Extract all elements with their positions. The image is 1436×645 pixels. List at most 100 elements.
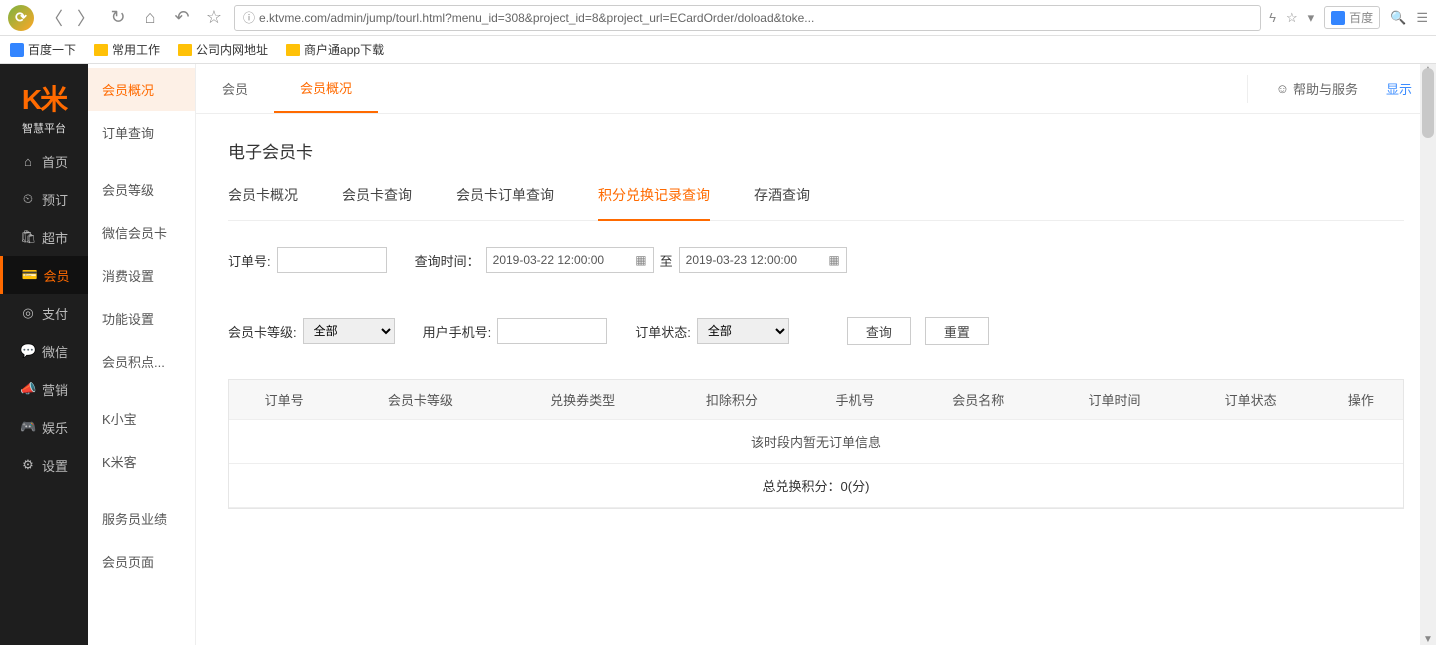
help-link[interactable]: ☺ 帮助与服务 (1276, 79, 1358, 98)
primary-nav-item[interactable]: 📣营销 (0, 370, 88, 408)
favorite-button[interactable]: ☆ (202, 6, 226, 30)
nav-icon: 💳 (21, 267, 37, 283)
phone-input[interactable] (497, 318, 607, 344)
sub-tab[interactable]: 会员卡订单查询 (456, 185, 554, 220)
top-tab[interactable]: 会员概况 (274, 64, 378, 113)
address-bar[interactable]: ⓘ e.ktvme.com/admin/jump/tourl.html?menu… (234, 5, 1261, 31)
bookmark-item[interactable]: 公司内网地址 (178, 41, 268, 58)
secondary-nav-item[interactable]: K米客 (88, 440, 195, 483)
column-header: 订单时间 (1046, 380, 1182, 420)
scroll-down-icon[interactable]: ▼ (1420, 634, 1436, 645)
order-no-label: 订单号: (228, 251, 271, 270)
sidebar-secondary: 会员概况订单查询会员等级微信会员卡消费设置功能设置会员积点... K小宝K米客服务… (88, 64, 196, 645)
main-area: 会员会员概况 ☺ 帮助与服务 显示 电子会员卡 会员卡概况 会员卡查询 会员卡订单查… (196, 64, 1436, 645)
sub-tab[interactable]: 会员卡查询 (342, 185, 412, 220)
search-icon[interactable]: 🔍 (1390, 10, 1406, 26)
primary-nav-item[interactable]: ⏲预订 (0, 180, 88, 218)
sub-tab[interactable]: 会员卡概况 (228, 185, 298, 220)
star-icon[interactable]: ☆ (1286, 10, 1298, 26)
vertical-scrollbar[interactable]: ▲ ▼ (1420, 64, 1436, 645)
level-label: 会员卡等级: (228, 322, 297, 341)
calendar-icon: ▦ (828, 253, 839, 267)
nav-label: 预订 (42, 190, 68, 209)
nav-label: 微信 (42, 342, 68, 361)
to-label: 至 (660, 251, 673, 270)
date-from-input[interactable]: 2019-03-22 12:00:00 ▦ (486, 247, 654, 273)
search-engine-box[interactable]: 百度 (1324, 6, 1380, 29)
secondary-nav-item[interactable]: 消费设置 (88, 254, 195, 297)
date-from-value: 2019-03-22 12:00:00 (493, 253, 604, 267)
column-header: 会员卡等级 (339, 380, 501, 420)
bookmark-item[interactable]: 百度一下 (10, 41, 76, 58)
menu-icon[interactable]: ☰ (1416, 10, 1428, 26)
bookmark-item[interactable]: 商户通app下载 (286, 41, 384, 58)
primary-nav-item[interactable]: 💳 会员 (0, 256, 88, 294)
logo-text: K米 (22, 78, 66, 118)
date-to-input[interactable]: 2019-03-23 12:00:00 ▦ (679, 247, 847, 273)
primary-nav-item[interactable]: 🛍超市 (0, 218, 88, 256)
display-link[interactable]: 显示 (1386, 79, 1412, 98)
nav-icon: 🎮 (20, 419, 36, 435)
bookmark-label: 百度一下 (28, 41, 76, 58)
column-header: 会员名称 (910, 380, 1046, 420)
dropdown-icon[interactable]: ▾ (1308, 10, 1315, 26)
date-to-value: 2019-03-23 12:00:00 (686, 253, 797, 267)
sub-tabs: 会员卡概况 会员卡查询 会员卡订单查询 积分兑换记录查询 存酒查询 (228, 185, 1404, 221)
nav-icon: ⌂ (20, 154, 36, 169)
column-header: 扣除积分 (664, 380, 800, 420)
primary-nav-item[interactable]: ⚙设置 (0, 446, 88, 484)
search-button[interactable]: 查询 (847, 317, 911, 345)
secondary-nav-item[interactable]: 服务员业绩 (88, 497, 195, 540)
flash-icon[interactable]: ϟ (1269, 10, 1276, 25)
nav-icon: ◎ (20, 305, 36, 321)
bookmark-bar: 百度一下 常用工作 公司内网地址 商户通app下载 (0, 36, 1436, 64)
sub-tab[interactable]: 积分兑换记录查询 (598, 185, 710, 221)
secondary-nav-item[interactable]: 会员页面 (88, 540, 195, 583)
empty-message: 该时段内暂无订单信息 (229, 420, 1403, 464)
scrollbar-thumb[interactable] (1422, 68, 1434, 138)
home-button[interactable]: ⌂ (138, 6, 162, 30)
secondary-nav-item[interactable]: 功能设置 (88, 297, 195, 340)
top-tab[interactable]: 会员 (196, 64, 274, 113)
back-button[interactable]: 〈 (42, 6, 66, 30)
browser-logo: ⟳ (8, 5, 34, 31)
secondary-nav-item[interactable]: 会员概况 (88, 68, 195, 111)
forward-button[interactable]: 〉 (74, 6, 98, 30)
primary-nav-item[interactable]: ◎ 支付 (0, 294, 88, 332)
sub-tab[interactable]: 存酒查询 (754, 185, 810, 220)
results-table: 订单号会员卡等级兑换券类型扣除积分手机号会员名称订单时间订单状态操作 该时段内暂… (228, 379, 1404, 509)
table-empty-row: 该时段内暂无订单信息 (229, 420, 1403, 464)
bookmark-label: 常用工作 (112, 41, 160, 58)
reload-button[interactable]: ↻ (106, 6, 130, 30)
secondary-nav-item[interactable]: K小宝 (88, 397, 195, 440)
page-title: 电子会员卡 (228, 138, 1404, 163)
browser-toolbar: ⟳ 〈 〉 ↻ ⌂ ↶ ☆ ⓘ e.ktvme.com/admin/jump/t… (0, 0, 1436, 36)
folder-icon (178, 44, 192, 56)
primary-nav-item[interactable]: 💬微信 (0, 332, 88, 370)
baidu-icon (10, 43, 24, 57)
logo-subtitle: 智慧平台 (22, 120, 66, 136)
secondary-nav-item[interactable]: 订单查询 (88, 111, 195, 154)
nav-label: 支付 (42, 304, 68, 323)
undo-button[interactable]: ↶ (170, 6, 194, 30)
bookmark-label: 公司内网地址 (196, 41, 268, 58)
primary-nav-item[interactable]: ⌂首页 (0, 142, 88, 180)
status-select[interactable]: 全部 (697, 318, 789, 344)
secondary-nav-item[interactable]: 会员等级 (88, 168, 195, 211)
primary-nav-item[interactable]: 🎮娱乐 (0, 408, 88, 446)
level-select[interactable]: 全部 (303, 318, 395, 344)
search-engine-label: 百度 (1349, 9, 1373, 26)
status-label: 订单状态: (635, 322, 691, 341)
bookmark-label: 商户通app下载 (304, 41, 384, 58)
reset-button[interactable]: 重置 (925, 317, 989, 345)
url-text: e.ktvme.com/admin/jump/tourl.html?menu_i… (259, 11, 814, 25)
nav-label: 会员 (43, 266, 69, 285)
order-no-input[interactable] (277, 247, 387, 273)
phone-label: 用户手机号: (423, 322, 492, 341)
bookmark-item[interactable]: 常用工作 (94, 41, 160, 58)
content: 电子会员卡 会员卡概况 会员卡查询 会员卡订单查询 积分兑换记录查询 存酒查询 订单号:… (196, 114, 1436, 533)
secondary-nav-item[interactable]: 微信会员卡 (88, 211, 195, 254)
column-header: 手机号 (800, 380, 910, 420)
secondary-nav-item[interactable]: 会员积点... (88, 340, 195, 383)
nav-icon: ⚙ (20, 457, 36, 473)
